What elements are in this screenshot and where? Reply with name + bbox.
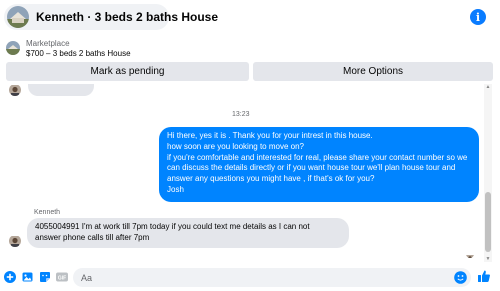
sticker-icon[interactable]: [39, 271, 51, 283]
conversation-title: Kenneth · 3 beds 2 baths House: [36, 10, 219, 24]
outgoing-line: answer any questions you might have , if…: [167, 174, 375, 184]
outgoing-message-bubble: Hi there, yes it is . Thank you for your…: [159, 127, 479, 202]
info-icon[interactable]: i: [470, 9, 486, 25]
incoming-message-bubble: 4055004991 I'm at work till 7pm today if…: [27, 218, 349, 248]
conversation-title-button[interactable]: Kenneth · 3 beds 2 baths House: [4, 4, 218, 30]
outgoing-line: Josh: [167, 184, 184, 194]
message-list[interactable]: 13:23 Hi there, yes it is . Thank you fo…: [0, 84, 482, 262]
sender-name: Kenneth: [34, 209, 61, 216]
scrollbar[interactable]: ▲ ▼: [484, 84, 492, 262]
listing-price-title: $700 – 3 beds 2 baths House: [26, 49, 131, 58]
outgoing-line: if you're comfortable and interested for…: [167, 152, 468, 162]
message-timestamp: 13:23: [232, 111, 250, 118]
mark-as-pending-button[interactable]: Mark as pending: [6, 62, 249, 81]
conversation-header: Kenneth · 3 beds 2 baths House i: [0, 0, 500, 34]
plus-circle-icon[interactable]: [4, 271, 16, 283]
outgoing-line: can discuss the details directly or if y…: [167, 163, 456, 173]
message-composer: GIF: [0, 264, 500, 291]
emoji-icon[interactable]: [454, 271, 467, 284]
photo-icon[interactable]: [22, 271, 34, 283]
marketplace-label: Marketplace: [26, 39, 70, 48]
gif-icon[interactable]: GIF: [56, 271, 68, 283]
previous-message-bubble: [28, 84, 94, 96]
sender-avatar[interactable]: [9, 235, 21, 247]
scroll-down-icon[interactable]: ▼: [484, 256, 492, 262]
outgoing-line: Hi there, yes it is . Thank you for your…: [167, 131, 373, 140]
message-input[interactable]: [81, 268, 451, 287]
more-options-button[interactable]: More Options: [253, 62, 493, 81]
listing-small-thumbnail: [6, 41, 20, 55]
thumbs-up-icon[interactable]: [477, 269, 491, 283]
read-receipt-avatar: [466, 250, 474, 258]
incoming-line: answer phone calls till after 7pm: [35, 233, 150, 242]
marketplace-listing-bar[interactable]: Marketplace $700 – 3 beds 2 baths House: [0, 36, 500, 60]
incoming-line: 4055004991 I'm at work till 7pm today if…: [35, 222, 310, 231]
outgoing-line: how soon are you looking to move on?: [167, 141, 304, 151]
message-input-container[interactable]: [73, 268, 471, 287]
avatar: [9, 84, 21, 96]
scroll-up-icon[interactable]: ▲: [484, 84, 492, 90]
listing-thumbnail: [7, 6, 29, 28]
info-glyph: i: [475, 10, 481, 24]
gif-label: GIF: [58, 276, 66, 282]
scrollbar-thumb[interactable]: [485, 192, 491, 252]
